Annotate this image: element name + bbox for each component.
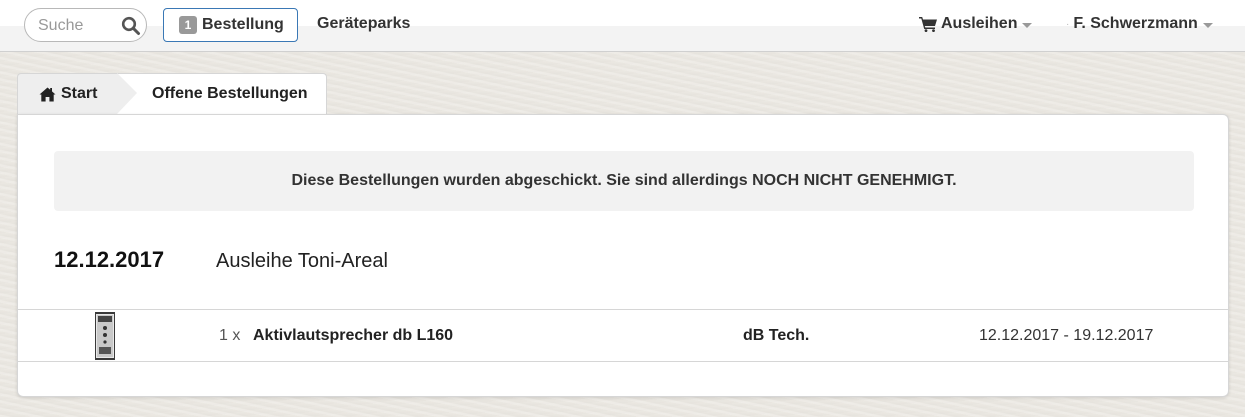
- user-indicator-dot: ·: [1066, 18, 1070, 30]
- breadcrumb-start-inner: Start: [39, 85, 97, 103]
- item-quantity: 1 x: [219, 327, 241, 344]
- user-menu-dropdown[interactable]: · F. Schwerzmann: [1066, 15, 1213, 33]
- search-box[interactable]: [24, 8, 147, 42]
- nav-ausleihen-dropdown[interactable]: Ausleihen: [919, 15, 1033, 33]
- nav-geraeteparks[interactable]: Geräteparks: [317, 15, 410, 33]
- order-count-badge: 1: [179, 16, 197, 34]
- home-icon: [39, 87, 56, 101]
- order-date: 12.12.2017: [54, 247, 165, 272]
- breadcrumb-current-label: Offene Bestellungen: [152, 85, 308, 102]
- order-title: Ausleihe Toni-Areal: [216, 250, 388, 272]
- user-name: F. Schwerzmann: [1073, 15, 1198, 32]
- top-navbar: 1 Bestellung Geräteparks Ausleihen · F. …: [0, 0, 1245, 52]
- search-input[interactable]: [38, 16, 118, 36]
- item-name: Aktivlautsprecher db L160: [253, 327, 454, 344]
- breadcrumb-start-label: Start: [61, 85, 98, 102]
- breadcrumb-arrow: [117, 73, 137, 114]
- nav-ausleihen-label: Ausleihen: [941, 15, 1018, 32]
- order-button[interactable]: 1 Bestellung: [163, 8, 298, 42]
- row-divider-bottom: [18, 361, 1228, 362]
- orders-panel: Diese Bestellungen wurden abgeschickt. S…: [17, 114, 1229, 397]
- status-alert: Diese Bestellungen wurden abgeschickt. S…: [54, 151, 1194, 211]
- chevron-down-icon: [1022, 22, 1033, 28]
- item-brand: dB Tech.: [743, 327, 810, 344]
- item-period: 12.12.2017 - 19.12.2017: [979, 327, 1154, 344]
- row-divider-top: [18, 309, 1228, 310]
- chevron-down-icon: [1202, 22, 1213, 28]
- item-thumbnail: [92, 312, 118, 360]
- cart-icon: [919, 17, 937, 32]
- order-button-label: Bestellung: [202, 16, 284, 33]
- search-icon[interactable]: [121, 16, 141, 36]
